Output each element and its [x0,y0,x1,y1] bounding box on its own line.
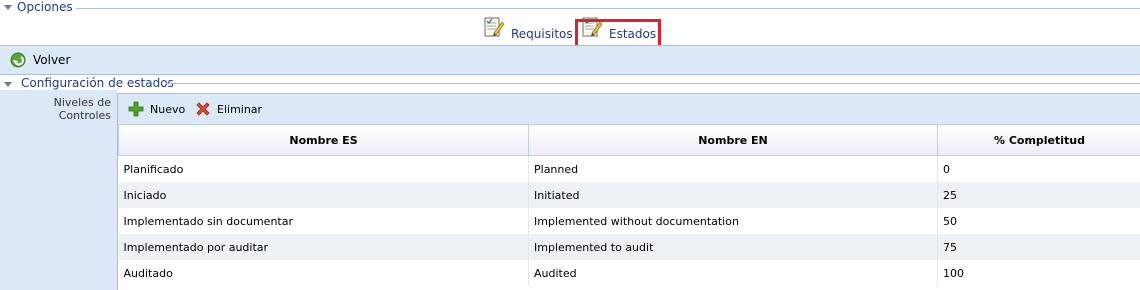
notepad-edit-icon [484,17,505,37]
cell-nombre-en: Implemented without documentation [528,208,938,234]
cell-nombre-es: Iniciado [118,182,529,208]
delete-x-icon [196,102,210,116]
grid-panel: Nuevo Eliminar Nombre ES Nombre EN % Com… [117,93,1140,290]
table-header: Nombre ES Nombre EN % Completitud [118,124,1140,156]
cell-nombre-es: Planificado [118,155,529,182]
tab-requisitos[interactable]: Requisitos [483,16,573,44]
cell-completitud: 100 [937,260,1140,286]
table-row[interactable]: Implementado sin documentar Implemented … [118,208,1140,234]
side-label: Niveles de Controles [54,96,111,122]
collapse-triangle-icon[interactable] [4,82,12,87]
eliminar-label: Eliminar [217,102,263,116]
divider [76,8,1140,9]
table-row[interactable]: Iniciado Initiated 25 [118,182,1140,208]
cell-nombre-en: Audited [528,260,938,286]
nuevo-label: Nuevo [150,102,186,116]
table-row[interactable]: Auditado Audited 100 [118,260,1140,286]
side-label-line-1: Niveles de [53,96,111,109]
nuevo-button[interactable]: Nuevo [128,101,185,117]
plus-icon [128,101,144,117]
grid-toolbar: Nuevo Eliminar [118,93,1140,124]
cell-completitud: 25 [937,182,1140,208]
config-legend: Configuración de estados [0,76,1140,90]
column-header[interactable]: % Completitud [937,124,1140,156]
volver-button[interactable]: Volver [10,52,70,68]
collapse-triangle-icon[interactable] [4,5,12,10]
eliminar-button[interactable]: Eliminar [195,101,262,117]
cell-nombre-en: Implemented to audit [528,234,938,260]
tab-requisitos-label: Requisitos [511,27,573,41]
opciones-legend: Opciones [0,0,1140,16]
cell-nombre-en: Planned [528,155,938,182]
cell-nombre-es: Implementado sin documentar [118,208,529,234]
volver-label: Volver [33,53,71,67]
estados-table: Nombre ES Nombre EN % Completitud Planif… [118,124,1140,286]
table-row[interactable]: Planificado Planned 0 [118,155,1140,182]
back-arrow-icon [10,52,26,68]
cell-completitud: 50 [937,208,1140,234]
cell-nombre-es: Auditado [118,260,529,286]
cell-completitud: 0 [937,155,1140,182]
column-header[interactable]: Nombre EN [528,124,938,156]
column-header[interactable]: Nombre ES [118,124,529,156]
cell-nombre-en: Initiated [528,182,938,208]
toolbar: Volver [0,45,1140,75]
side-panel: Niveles de Controles [0,90,117,290]
config-title: Configuración de estados [21,76,177,90]
opciones-title: Opciones [17,0,77,15]
cell-completitud: 75 [937,234,1140,260]
table-row[interactable]: Implementado por auditar Implemented to … [118,234,1140,260]
side-label-line-2: Controles [58,109,111,122]
options-tabs: Requisitos Estados [0,16,1140,61]
divider [166,83,1140,84]
cell-nombre-es: Implementado por auditar [118,234,529,260]
